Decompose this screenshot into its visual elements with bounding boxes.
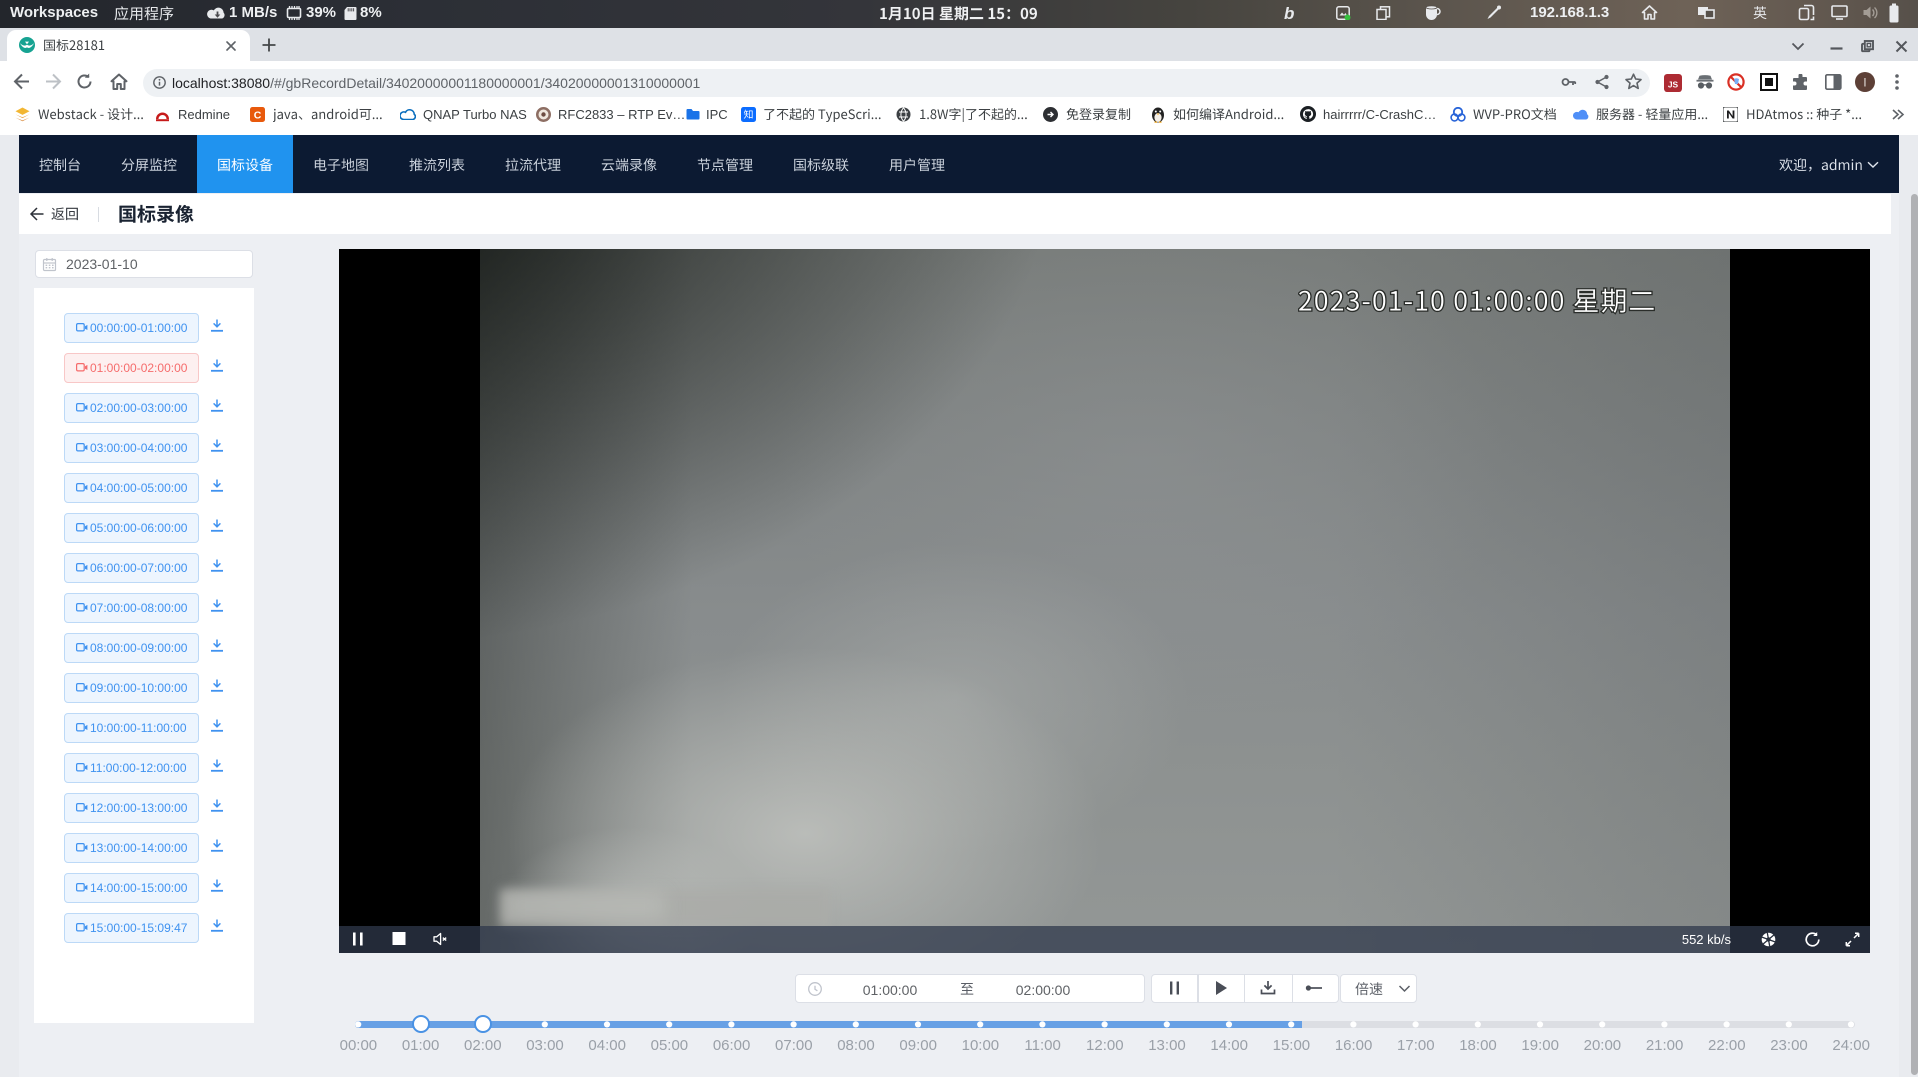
svg-text:I: I [1863, 78, 1866, 90]
svg-text:C: C [254, 110, 262, 122]
svg-text:JS: JS [1668, 79, 1679, 89]
